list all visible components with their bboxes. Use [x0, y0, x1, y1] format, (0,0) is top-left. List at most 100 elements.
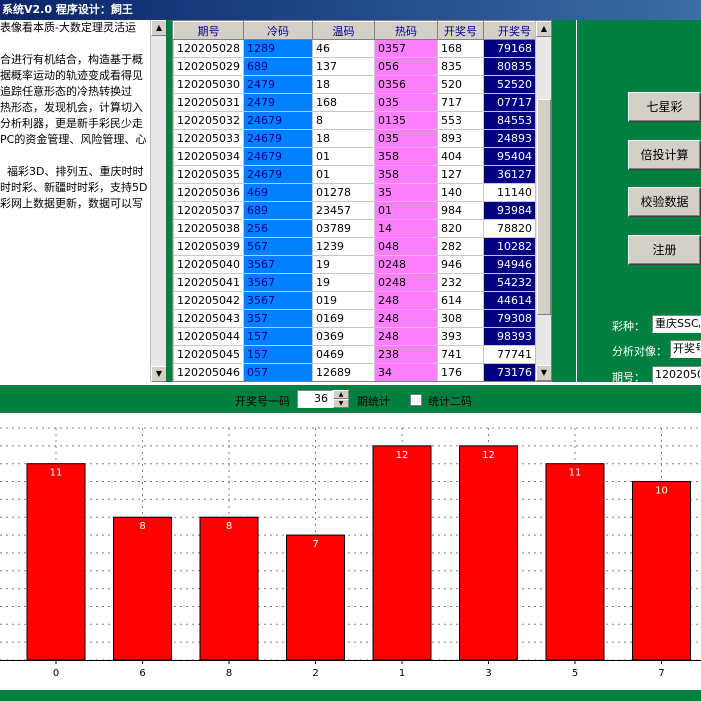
- table-cell-wm[interactable]: 0169: [312, 309, 375, 328]
- table-row[interactable]: 120205046 057 12689 34 176 73176: [173, 363, 546, 381]
- scroll-down-icon[interactable]: ▼: [151, 366, 167, 382]
- table-cell-rm[interactable]: 056: [374, 57, 438, 76]
- table-row[interactable]: 120205031 2479 168 035 717 07717: [173, 93, 546, 112]
- table-cell-wm[interactable]: 0369: [312, 327, 375, 346]
- table-row[interactable]: 120205037 689 23457 01 984 93984: [173, 201, 546, 220]
- description-scrollbar[interactable]: ▲ ▼: [150, 20, 167, 382]
- table-cell-kh[interactable]: 232: [437, 273, 484, 292]
- period-count-stepper[interactable]: ▲ ▼: [333, 390, 349, 408]
- register-button[interactable]: 注册: [628, 235, 701, 265]
- table-cell-rm[interactable]: 358: [374, 147, 438, 166]
- table-cell-wm[interactable]: 18: [312, 129, 375, 148]
- table-row[interactable]: 120205040 3567 19 0248 946 94946: [173, 255, 546, 274]
- table-cell-wm[interactable]: 18: [312, 75, 375, 94]
- table-cell-rm[interactable]: 248: [374, 327, 438, 346]
- table-cell-wm[interactable]: 79: [313, 382, 375, 383]
- scroll-up-icon[interactable]: ▲: [151, 20, 167, 36]
- table-cell-kh[interactable]: 282: [437, 237, 484, 256]
- table-cell-rm[interactable]: 0357: [374, 39, 438, 58]
- table-cell-kh[interactable]: 168: [437, 39, 484, 58]
- table-cell-lm[interactable]: 2479: [243, 93, 313, 112]
- table-cell-wm[interactable]: 137: [312, 57, 375, 76]
- table-cell-rm[interactable]: 035: [374, 93, 438, 112]
- table-cell-lm[interactable]: 689: [243, 201, 313, 220]
- scroll-thumb[interactable]: [537, 99, 551, 315]
- table-cell-rm[interactable]: 238: [374, 345, 438, 364]
- table-row[interactable]: 120205047025879134686460864: [174, 382, 546, 383]
- table-cell-lm[interactable]: 24679: [243, 111, 313, 130]
- table-cell-rm[interactable]: 0248: [374, 273, 438, 292]
- table-cell-lm[interactable]: 469: [243, 183, 313, 202]
- table-cell-rm[interactable]: 248: [374, 291, 438, 310]
- table-cell-kh[interactable]: 127: [437, 165, 484, 184]
- table-row[interactable]: 120205035 24679 01 358 127 36127: [173, 165, 546, 184]
- table-cell-qh[interactable]: 120205043: [173, 309, 244, 328]
- table-cell-lm[interactable]: 24679: [243, 165, 313, 184]
- table-cell-lm[interactable]: 24679: [243, 129, 313, 148]
- table-row[interactable]: 120205036 469 01278 35 140 11140: [173, 183, 546, 202]
- table-cell-lm[interactable]: 157: [243, 345, 313, 364]
- table-cell-qh[interactable]: 120205032: [173, 111, 244, 130]
- table-cell-lm[interactable]: 567: [243, 237, 313, 256]
- table-cell-qh[interactable]: 120205041: [173, 273, 244, 292]
- table-row[interactable]: 120205039 567 1239 048 282 10282: [173, 237, 546, 256]
- table-cell-lm[interactable]: 3567: [243, 255, 313, 274]
- column-header[interactable]: 期号: [173, 21, 244, 40]
- table-row[interactable]: 120205030 2479 18 0356 520 52520: [173, 75, 546, 94]
- table-cell-kh[interactable]: 140: [437, 183, 484, 202]
- table-cell-lm[interactable]: 256: [243, 219, 313, 238]
- table-cell-kh[interactable]: 835: [437, 57, 484, 76]
- multiplier-calc-button[interactable]: 倍投计算: [628, 140, 701, 170]
- stepper-up-icon[interactable]: ▲: [333, 390, 349, 399]
- table-row[interactable]: 120205045 157 0469 238 741 77741: [173, 345, 546, 364]
- table-cell-kh[interactable]: 820: [437, 219, 484, 238]
- table-cell-lm[interactable]: 3567: [243, 291, 313, 310]
- table-cell-wm[interactable]: 23457: [312, 201, 375, 220]
- table-cell-qh[interactable]: 120205034: [173, 147, 244, 166]
- table-row[interactable]: 120205028 1289 46 0357 168 79168: [173, 39, 546, 58]
- analysis-target-select[interactable]: 开奖号: [670, 340, 701, 358]
- column-header[interactable]: 开奖号: [437, 21, 484, 40]
- scroll-down-icon[interactable]: ▼: [536, 365, 551, 381]
- table-cell-lm[interactable]: 1289: [243, 39, 313, 58]
- table-cell-wm[interactable]: 46: [312, 39, 375, 58]
- table-cell-wm[interactable]: 019: [312, 291, 375, 310]
- table-cell-qh[interactable]: 120205033: [173, 129, 244, 148]
- qixingcai-button[interactable]: 七星彩: [628, 92, 701, 122]
- table-cell-wm[interactable]: 0469: [312, 345, 375, 364]
- table-cell-rm[interactable]: 14: [374, 219, 438, 238]
- table-cell-rm[interactable]: 34: [374, 363, 438, 381]
- period-field[interactable]: 12020504: [652, 366, 701, 384]
- table-cell-lm[interactable]: 0258: [244, 382, 313, 383]
- table-cell-kh[interactable]: 717: [437, 93, 484, 112]
- table-cell-wm[interactable]: 8: [312, 111, 375, 130]
- table-cell-rm[interactable]: 0135: [374, 111, 438, 130]
- table-cell-qh[interactable]: 120205045: [173, 345, 244, 364]
- table-cell-wm[interactable]: 19: [312, 273, 375, 292]
- table-row[interactable]: 120205032 24679 8 0135 553 84553: [173, 111, 546, 130]
- table-cell-rm[interactable]: 358: [374, 165, 438, 184]
- table-cell-lm[interactable]: 689: [243, 57, 313, 76]
- table-row[interactable]: 120205042 3567 019 248 614 44614: [173, 291, 546, 310]
- table-cell-rm[interactable]: 35: [374, 183, 438, 202]
- table-cell-kh[interactable]: 864: [438, 382, 484, 383]
- table-cell-wm[interactable]: 19: [312, 255, 375, 274]
- table-cell-wm[interactable]: 01: [312, 165, 375, 184]
- table-scrollbar[interactable]: ▲ ▼: [535, 21, 551, 381]
- column-header[interactable]: 热码: [374, 21, 438, 40]
- table-cell-lm[interactable]: 24679: [243, 147, 313, 166]
- table-cell-rm[interactable]: 0356: [374, 75, 438, 94]
- table-cell-kh[interactable]: 308: [437, 309, 484, 328]
- table-cell-kh[interactable]: 614: [437, 291, 484, 310]
- table-cell-kh[interactable]: 946: [437, 255, 484, 274]
- column-header[interactable]: 冷码: [243, 21, 313, 40]
- table-cell-kj[interactable]: 60864: [484, 382, 546, 383]
- table-cell-lm[interactable]: 3567: [243, 273, 313, 292]
- column-header[interactable]: 温码: [312, 21, 375, 40]
- period-count-input[interactable]: 36: [297, 390, 333, 408]
- table-cell-qh[interactable]: 120205038: [173, 219, 244, 238]
- verify-data-button[interactable]: 校验数据: [628, 187, 701, 217]
- table-cell-wm[interactable]: 01278: [312, 183, 375, 202]
- table-row[interactable]: 120205029 689 137 056 835 80835: [173, 57, 546, 76]
- table-cell-lm[interactable]: 057: [243, 363, 313, 381]
